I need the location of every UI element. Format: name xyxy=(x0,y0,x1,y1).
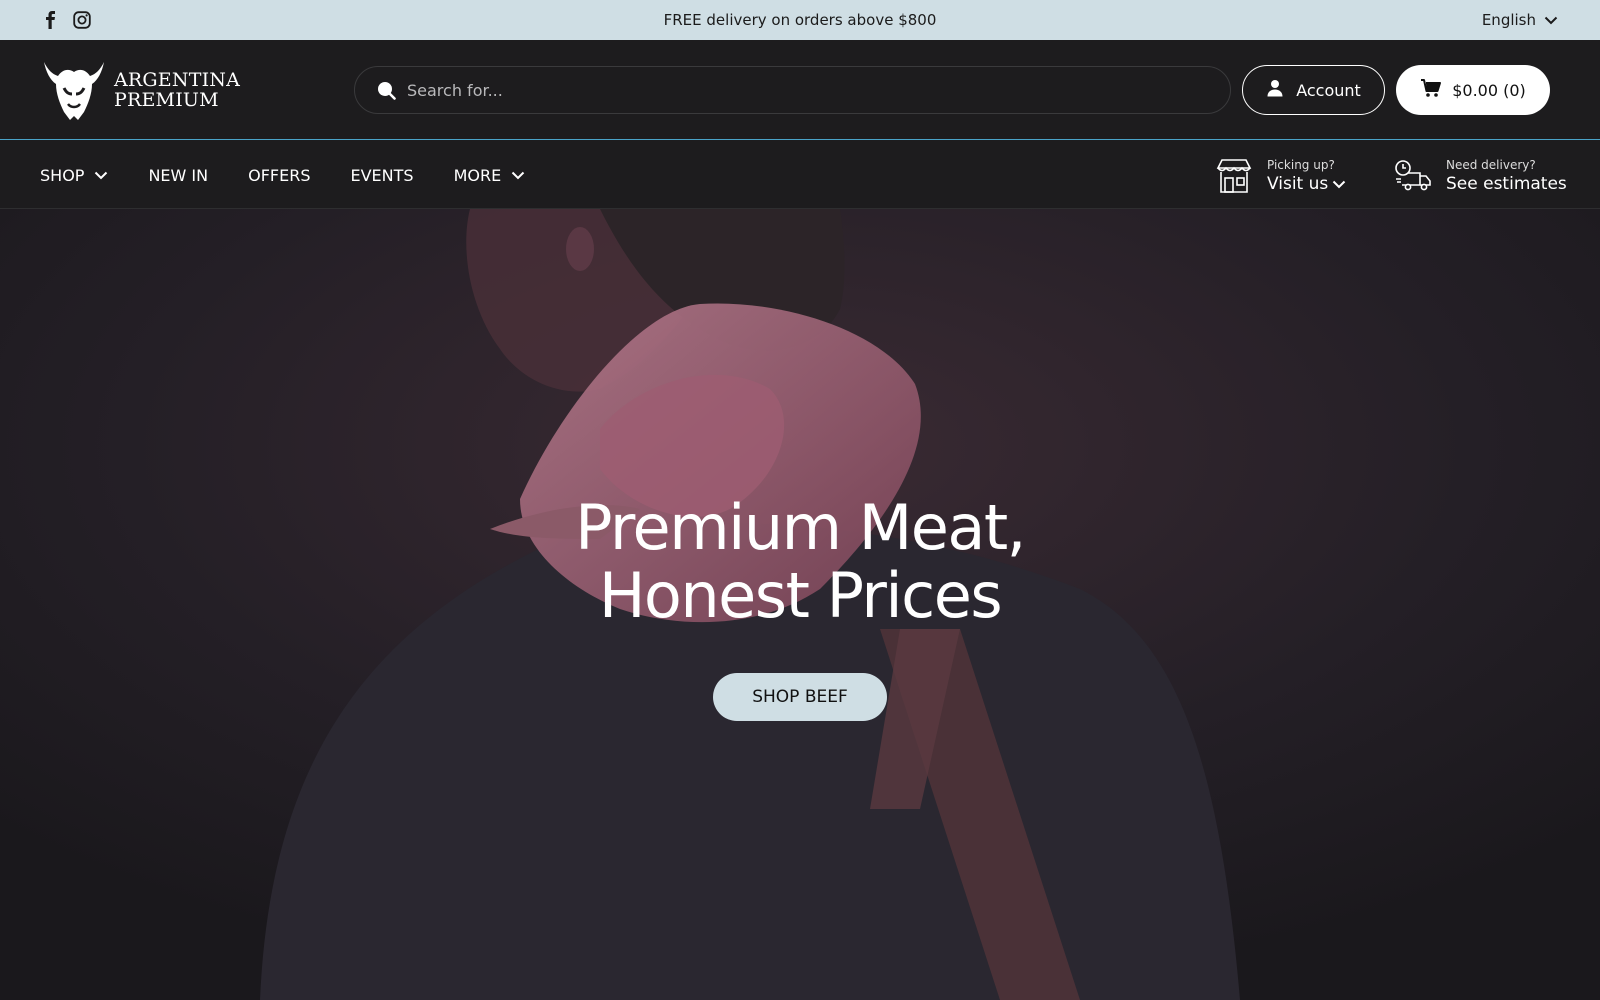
hero-title-line-1: Premium Meat, xyxy=(575,491,1026,564)
hero-title-line-2: Honest Prices xyxy=(598,559,1003,632)
store-icon xyxy=(1216,159,1252,193)
delivery-link[interactable]: See estimates xyxy=(1446,174,1567,194)
announcement-message: FREE delivery on orders above $800 xyxy=(663,11,937,29)
facebook-icon[interactable] xyxy=(40,10,60,30)
delivery-text: Need delivery? See estimates xyxy=(1446,158,1567,194)
nav-item-label: NEW IN xyxy=(148,165,209,185)
nav-item-label: OFFERS xyxy=(248,165,311,185)
nav-item-new-in[interactable]: NEW IN xyxy=(148,166,208,185)
account-button[interactable]: Account xyxy=(1242,65,1385,115)
cart-button[interactable]: $0.00 (0) xyxy=(1396,65,1550,115)
delivery-big-label: See estimates xyxy=(1446,174,1567,194)
nav-menu: SHOP NEW IN OFFERS EVENTS MORE xyxy=(40,141,525,209)
shop-beef-button[interactable]: SHOP BEEF xyxy=(713,673,887,721)
nav-item-events[interactable]: EVENTS xyxy=(351,166,414,185)
hero-banner: Premium Meat, Honest Prices SHOP BEEF xyxy=(0,209,1600,1000)
nav-item-offers[interactable]: OFFERS xyxy=(248,166,310,185)
instagram-icon[interactable] xyxy=(72,10,92,30)
language-selector[interactable]: English xyxy=(1482,0,1558,40)
search-input[interactable] xyxy=(407,80,1187,100)
logo-line-2: PREMIUM xyxy=(114,89,219,111)
nav-item-label: MORE xyxy=(453,165,502,185)
search-bar[interactable] xyxy=(354,66,1231,114)
delivery-truck-icon xyxy=(1395,160,1431,191)
chevron-down-icon xyxy=(1333,180,1346,188)
site-header: ARGENTINA PREMIUM Account $0.00 (0) xyxy=(0,40,1600,140)
pickup-info[interactable]: Picking up? Visit us xyxy=(1215,155,1346,197)
nav-item-label: EVENTS xyxy=(350,165,414,185)
announcement-bar: FREE delivery on orders above $800 Engli… xyxy=(0,0,1600,40)
logo[interactable]: ARGENTINA PREMIUM xyxy=(38,58,240,122)
chevron-down-icon xyxy=(1544,11,1558,29)
hero-title: Premium Meat, Honest Prices xyxy=(0,494,1600,630)
chevron-down-icon xyxy=(95,171,108,179)
language-label: English xyxy=(1481,11,1536,29)
pickup-text: Picking up? Visit us xyxy=(1267,158,1346,194)
search-icon[interactable] xyxy=(375,79,397,101)
delivery-small-label: Need delivery? xyxy=(1446,158,1536,172)
pickup-big-label: Visit us xyxy=(1267,174,1329,194)
logo-line-1: ARGENTINA xyxy=(114,69,241,91)
pickup-link[interactable]: Visit us xyxy=(1267,174,1346,194)
chevron-down-icon xyxy=(511,171,525,179)
cart-icon xyxy=(1420,78,1442,102)
nav-item-more[interactable]: MORE xyxy=(454,166,526,185)
social-links xyxy=(40,0,92,40)
delivery-info[interactable]: Need delivery? See estimates xyxy=(1394,155,1567,197)
nav-item-label: SHOP xyxy=(40,165,85,185)
pickup-small-label: Picking up? xyxy=(1267,158,1335,172)
account-label: Account xyxy=(1296,80,1361,100)
user-icon xyxy=(1266,79,1284,101)
cart-label: $0.00 (0) xyxy=(1452,80,1526,100)
main-navigation: SHOP NEW IN OFFERS EVENTS MORE Picking u… xyxy=(0,141,1600,209)
bull-logo-icon xyxy=(44,62,104,120)
logo-text: ARGENTINA PREMIUM xyxy=(114,70,240,110)
nav-item-shop[interactable]: SHOP xyxy=(40,166,108,185)
